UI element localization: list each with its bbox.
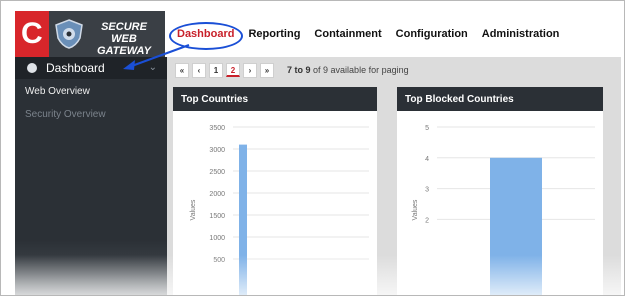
app-frame: C SECURE WEB GATEWAY Dashboard Reporting… bbox=[0, 0, 625, 296]
pager-range: 7 to 9 bbox=[287, 65, 311, 75]
panel-top-blocked-countries: Top Blocked Countries 2 3 4 5 Values bbox=[397, 87, 603, 295]
chart-top-countries: 500 1000 1500 2000 2500 3000 3500 Values bbox=[190, 125, 369, 295]
y-tick-label: 2500 bbox=[209, 169, 225, 176]
sidebar-item-security-overview[interactable]: Security Overview bbox=[25, 109, 106, 120]
pager-page-2[interactable]: 2 bbox=[226, 63, 240, 77]
y-tick-label: 5 bbox=[425, 125, 429, 132]
nav-containment[interactable]: Containment bbox=[314, 28, 381, 44]
chart-top-blocked-countries: 2 3 4 5 Values bbox=[412, 125, 595, 295]
bar bbox=[490, 157, 542, 295]
y-tick-label: 3 bbox=[425, 187, 429, 194]
y-tick-label: 4 bbox=[425, 156, 429, 163]
pager-last-button[interactable]: » bbox=[260, 62, 274, 78]
pager-first-button[interactable]: « bbox=[175, 62, 189, 78]
pager-page-1[interactable]: 1 bbox=[209, 62, 223, 78]
y-tick-label: 3500 bbox=[209, 125, 225, 132]
pager-info: 7 to 9 of 9 available for paging bbox=[287, 65, 409, 75]
brand-line-2: GATEWAY bbox=[97, 45, 151, 57]
sidebar-dashboard-header[interactable]: Dashboard ⌄ bbox=[15, 57, 167, 79]
y-tick-label: 3000 bbox=[209, 147, 225, 154]
highlight-ellipse bbox=[169, 22, 243, 50]
brand-name: SECURE WEB GATEWAY bbox=[89, 21, 159, 57]
sidebar-fade bbox=[15, 240, 167, 295]
brand-line-1: SECURE WEB bbox=[101, 21, 147, 45]
bar bbox=[239, 144, 247, 295]
y-axis-label: Values bbox=[190, 199, 197, 220]
y-tick-label: 1500 bbox=[209, 213, 225, 220]
panel-top-countries: Top Countries 500 1000 1500 2000 2500 3000 350… bbox=[173, 87, 377, 295]
pager-rest: of 9 available for paging bbox=[313, 65, 409, 75]
nav-administration[interactable]: Administration bbox=[482, 28, 560, 44]
globe-icon bbox=[27, 63, 37, 73]
shield-icon bbox=[55, 19, 83, 49]
nav-configuration[interactable]: Configuration bbox=[396, 28, 468, 44]
y-tick-label: 2000 bbox=[209, 191, 225, 198]
panel-title: Top Blocked Countries bbox=[397, 87, 603, 111]
panel-title: Top Countries bbox=[173, 87, 377, 111]
nav-reporting[interactable]: Reporting bbox=[248, 28, 300, 44]
chevron-down-icon: ⌄ bbox=[148, 62, 157, 73]
y-tick-label: 2 bbox=[425, 217, 429, 224]
logo: C SECURE WEB GATEWAY bbox=[15, 11, 165, 57]
y-axis-label: Values bbox=[412, 199, 419, 220]
pager: « ‹ 1 2 › » 7 to 9 of 9 available for pa… bbox=[175, 62, 409, 78]
pager-prev-button[interactable]: ‹ bbox=[192, 62, 206, 78]
y-tick-label: 500 bbox=[213, 257, 225, 264]
sidebar-item-web-overview[interactable]: Web Overview bbox=[25, 86, 90, 97]
sidebar: Dashboard ⌄ Web Overview Security Overvi… bbox=[15, 57, 167, 295]
sidebar-header-label: Dashboard bbox=[46, 61, 105, 75]
logo-mark: C bbox=[15, 11, 49, 57]
y-tick-label: 1000 bbox=[209, 235, 225, 242]
pager-next-button[interactable]: › bbox=[243, 62, 257, 78]
